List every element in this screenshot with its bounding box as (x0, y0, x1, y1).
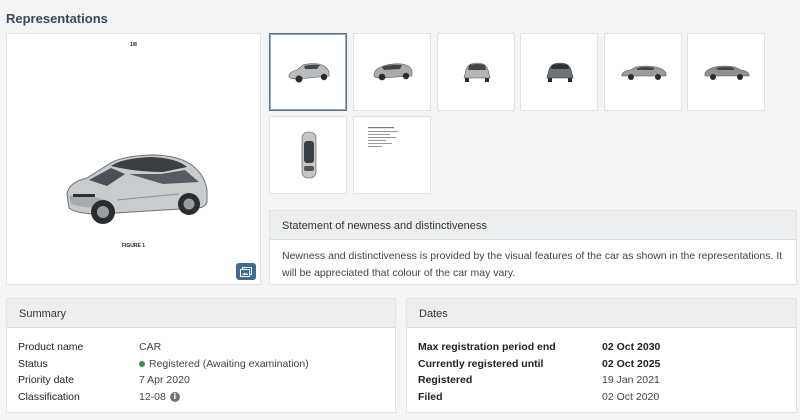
thumbnail-front[interactable] (437, 33, 515, 111)
thumbnail-perspective-rear[interactable] (353, 33, 431, 111)
thumbnail-text-document[interactable] (353, 116, 431, 194)
document-text-thumbnail (368, 127, 398, 147)
field-label: Currently registered until (418, 357, 544, 370)
car-perspective-thumbnail (288, 63, 330, 83)
field-label: Registered (418, 374, 473, 387)
page-number: 1/8 (130, 42, 137, 48)
field-label: Status (18, 357, 48, 370)
view-images-button[interactable] (236, 263, 256, 280)
classification-value: 12-08 i (139, 391, 180, 403)
field-label: Priority date (18, 374, 75, 387)
statement-text: Newness and distinctiveness is provided … (282, 250, 783, 279)
gallery-icon (240, 266, 252, 277)
field-label: Filed (418, 390, 443, 403)
car-rear-thumbnail (546, 62, 574, 82)
statement-title: Statement of newness and distinctiveness (270, 211, 796, 240)
car-perspective-image (66, 154, 208, 224)
dates-title: Dates (407, 299, 796, 328)
field-value: 02 Oct 2025 (602, 357, 661, 370)
car-side-thumbnail (621, 65, 667, 80)
field-value: 02 Oct 2020 (602, 390, 660, 403)
field-value: 02 Oct 2030 (602, 341, 661, 354)
car-top-thumbnail (301, 131, 317, 179)
thumbnail-side-right[interactable] (687, 33, 765, 111)
dates-row-registered: Registered 19 Jan 2021 (418, 372, 796, 389)
field-label: Classification (18, 390, 80, 403)
car-rear-perspective-thumbnail (373, 63, 413, 81)
summary-title: Summary (7, 299, 395, 328)
info-icon[interactable]: i (169, 391, 180, 402)
summary-panel: Summary Product name CAR Status Register… (6, 298, 396, 413)
page-title: Representations (6, 11, 108, 26)
statement-panel: Statement of newness and distinctiveness… (269, 210, 797, 285)
thumbnail-rear[interactable] (520, 33, 598, 111)
field-value: CAR (139, 341, 162, 354)
dates-panel: Dates Max registration period end 02 Oct… (406, 298, 797, 413)
field-label: Max registration period end (418, 341, 556, 354)
thumbnail-top[interactable] (269, 116, 347, 194)
main-representation-image[interactable]: 1/8 FIGURE 1 (6, 33, 261, 285)
thumbnail-perspective-front[interactable] (269, 33, 347, 111)
dates-row-max-registration: Max registration period end 02 Oct 2030 (418, 339, 796, 356)
figure-label: FIGURE 1 (121, 243, 146, 249)
classification-text: 12-08 (139, 390, 166, 403)
dates-row-registered-until: Currently registered until 02 Oct 2025 (418, 356, 796, 373)
car-front-thumbnail (463, 62, 491, 82)
status-dot-icon (139, 360, 145, 367)
field-value: 7 Apr 2020 (139, 374, 190, 387)
summary-row-classification: Classification 12-08 i (18, 389, 395, 406)
car-side-thumbnail-right (704, 65, 750, 80)
summary-row-priority-date: Priority date 7 Apr 2020 (18, 372, 395, 389)
status-value: Registered (Awaiting examination) (139, 358, 309, 370)
summary-row-status: Status Registered (Awaiting examination) (18, 356, 395, 373)
field-label: Product name (18, 341, 84, 354)
dates-row-filed: Filed 02 Oct 2020 (418, 389, 796, 406)
status-text: Registered (Awaiting examination) (149, 357, 309, 370)
summary-row-product-name: Product name CAR (18, 339, 395, 356)
field-value: 19 Jan 2021 (602, 374, 660, 387)
thumbnail-side-left[interactable] (604, 33, 682, 111)
